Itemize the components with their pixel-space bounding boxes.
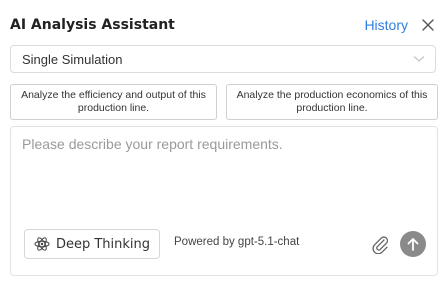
panel-title: AI Analysis Assistant xyxy=(10,17,175,33)
mode-select-value: Single Simulation xyxy=(22,51,123,67)
deep-thinking-label: Deep Thinking xyxy=(55,236,151,252)
ai-assistant-panel: AI Analysis Assistant History Single Sim… xyxy=(0,0,446,292)
powered-by-text: Powered by gpt-5.1-chat xyxy=(174,236,300,248)
suggestion-efficiency-button[interactable]: Analyze the efficiency and output of thi… xyxy=(10,84,217,120)
deep-thinking-button[interactable]: Deep Thinking xyxy=(24,229,160,259)
mode-select[interactable]: Single Simulation xyxy=(10,45,436,73)
send-button[interactable] xyxy=(400,231,426,257)
chevron-down-icon xyxy=(413,55,425,63)
close-icon[interactable] xyxy=(420,17,436,33)
arrow-up-icon xyxy=(407,237,419,251)
header: AI Analysis Assistant History xyxy=(10,12,436,38)
history-link[interactable]: History xyxy=(364,17,408,33)
paperclip-icon[interactable] xyxy=(369,233,391,255)
atom-icon xyxy=(34,236,50,252)
report-requirements-input[interactable] xyxy=(22,136,422,216)
composer: Deep Thinking Powered by gpt-5.1-chat xyxy=(10,126,438,276)
suggestion-economics-button[interactable]: Analyze the production economics of this… xyxy=(226,84,438,120)
